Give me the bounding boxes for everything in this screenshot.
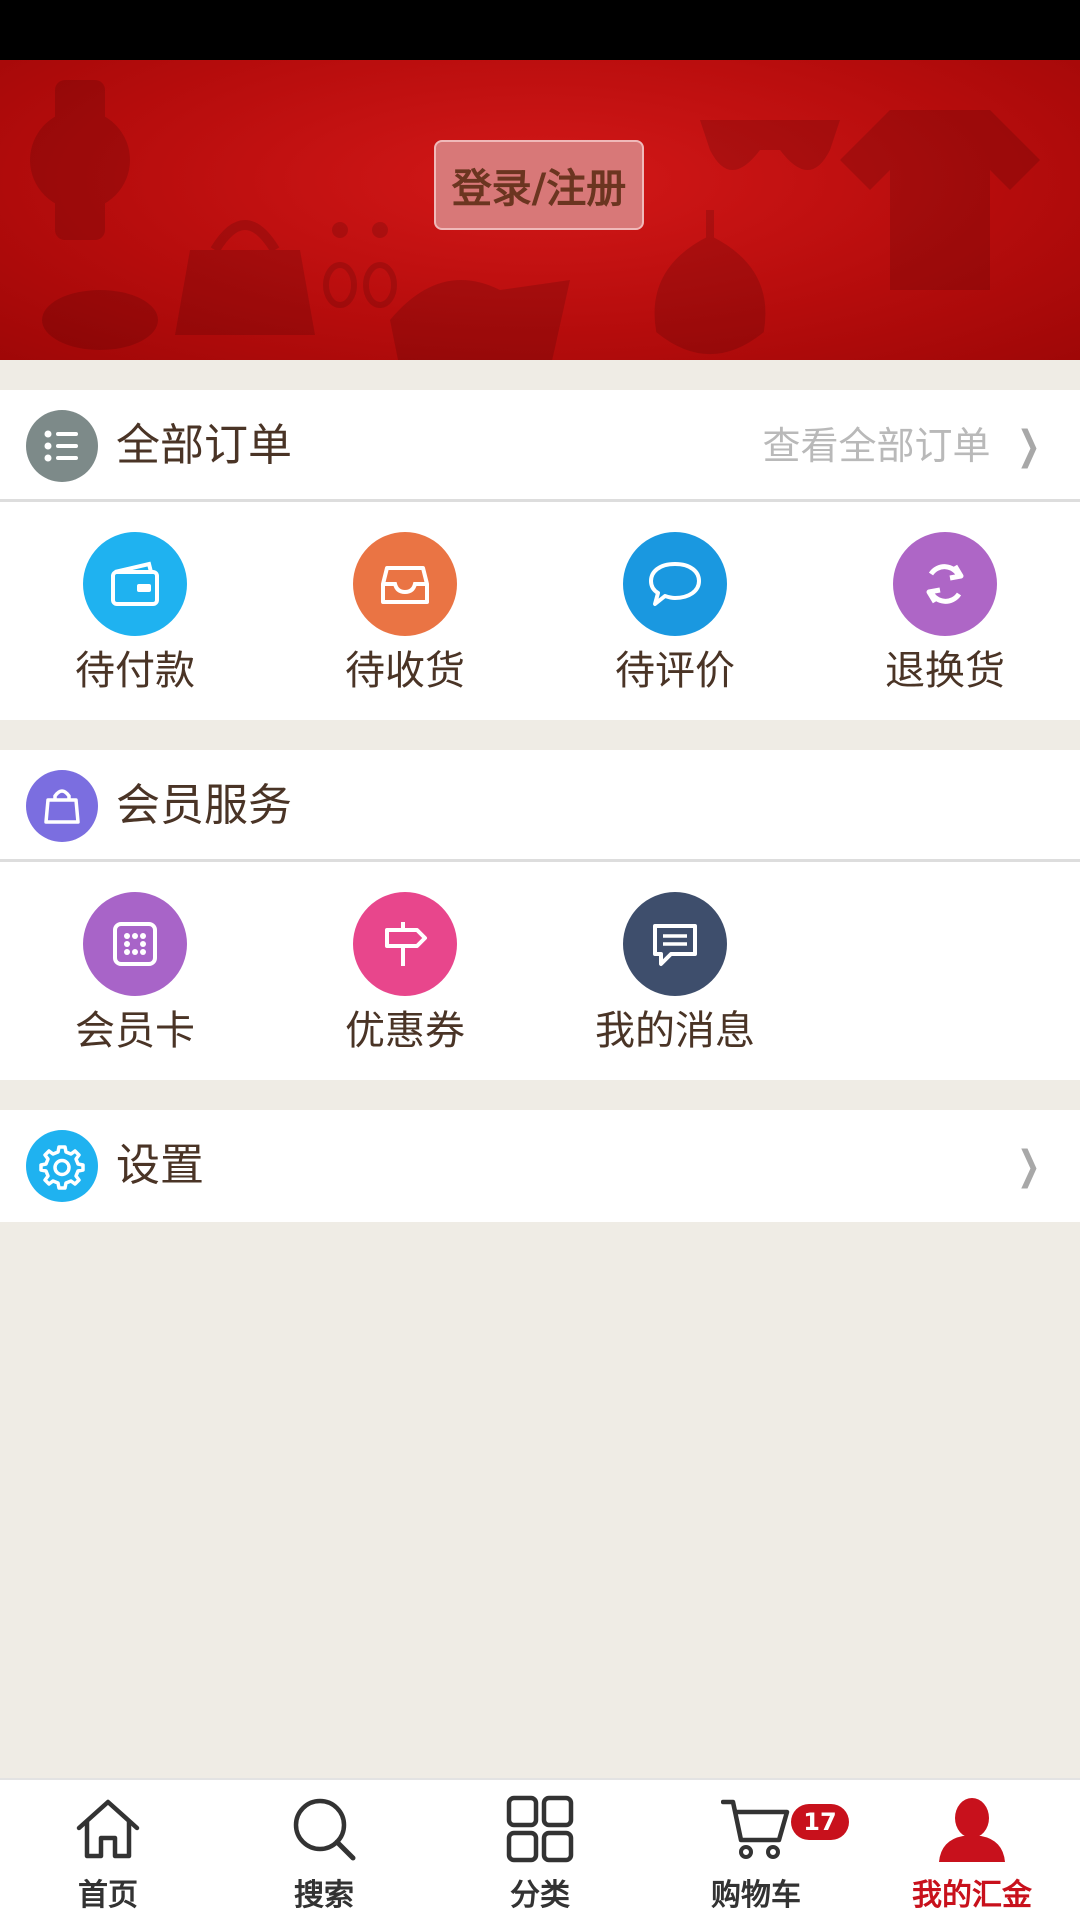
tab-my-account[interactable]: 我的汇金 xyxy=(864,1780,1080,1920)
login-register-button[interactable]: 登录/注册 xyxy=(434,140,644,230)
cart-icon xyxy=(721,1799,790,1859)
profile-banner: 登录/注册 xyxy=(0,60,1080,360)
orders-section: 全部订单 查看全部订单 ❯ 待付款 待收货 待评价 退换货 xyxy=(0,390,1080,720)
glove-decoration-icon xyxy=(390,280,570,360)
tab-cart-label: 购物车 xyxy=(711,1878,801,1913)
tab-search-label: 搜索 xyxy=(294,1878,354,1913)
member-card-label: 会员卡 xyxy=(75,1008,195,1054)
search-icon xyxy=(293,1798,356,1861)
cart-count-badge: 17 xyxy=(791,1804,849,1840)
order-pending-receipt-label: 待收货 xyxy=(345,648,465,694)
coupon-label: 优惠券 xyxy=(345,1008,465,1054)
member-services-section: 会员服务 会员卡 优惠券 我的消息 xyxy=(0,750,1080,1080)
grid-icon xyxy=(506,1795,574,1863)
home-icon xyxy=(76,1799,140,1859)
user-icon xyxy=(939,1798,1005,1862)
member-card-item[interactable]: 会员卡 xyxy=(0,892,270,1058)
order-pending-review[interactable]: 待评价 xyxy=(540,532,810,698)
order-pending-payment-label: 待付款 xyxy=(75,648,195,694)
view-all-orders-link[interactable]: 查看全部订单 ❯ xyxy=(762,416,1046,476)
watch-decoration-icon xyxy=(30,80,130,240)
chevron-right-icon: ❯ xyxy=(1017,423,1041,469)
hat-decoration-icon xyxy=(42,290,158,350)
signpost-icon xyxy=(353,892,457,996)
my-messages-label: 我的消息 xyxy=(595,1008,755,1054)
order-returns-label: 退换货 xyxy=(885,648,1005,694)
tab-category[interactable]: 分类 xyxy=(432,1780,648,1920)
orders-header[interactable]: 全部订单 查看全部订单 ❯ xyxy=(0,390,1080,502)
view-all-orders-label: 查看全部订单 xyxy=(762,424,991,468)
bottom-tab-bar: 首页 搜索 分类 17 购物车 我的汇金 xyxy=(0,1778,1080,1920)
order-pending-payment[interactable]: 待付款 xyxy=(0,532,270,698)
settings-chevron: ❯ xyxy=(990,1136,1046,1196)
order-pending-receipt[interactable]: 待收货 xyxy=(270,532,540,698)
status-bar xyxy=(0,0,1080,60)
inbox-icon xyxy=(353,532,457,636)
member-services-title: 会员服务 xyxy=(116,780,292,831)
gear-icon xyxy=(26,1130,98,1202)
tshirt-decoration-icon xyxy=(840,110,1040,290)
tab-home-label: 首页 xyxy=(78,1878,138,1913)
shopping-bag-icon xyxy=(26,770,98,842)
settings-title: 设置 xyxy=(116,1140,204,1191)
pear-decoration-icon xyxy=(654,210,766,354)
chevron-right-icon: ❯ xyxy=(1017,1143,1041,1189)
orders-title: 全部订单 xyxy=(116,420,292,471)
settings-row[interactable]: 设置 ❯ xyxy=(0,1110,1080,1222)
sunglasses-decoration-icon xyxy=(700,120,840,170)
member-services-header: 会员服务 xyxy=(0,750,1080,862)
refresh-icon xyxy=(893,532,997,636)
message-icon xyxy=(623,892,727,996)
tab-cart[interactable]: 17 购物车 xyxy=(648,1780,864,1920)
order-pending-review-label: 待评价 xyxy=(615,648,735,694)
list-icon xyxy=(26,410,98,482)
coupon-item[interactable]: 优惠券 xyxy=(270,892,540,1058)
member-card-icon xyxy=(83,892,187,996)
my-messages-item[interactable]: 我的消息 xyxy=(540,892,810,1058)
order-returns[interactable]: 退换货 xyxy=(810,532,1080,698)
tab-category-label: 分类 xyxy=(510,1878,570,1913)
tab-search[interactable]: 搜索 xyxy=(216,1780,432,1920)
bag-decoration-icon xyxy=(175,220,315,335)
wallet-icon xyxy=(83,532,187,636)
chat-bubble-icon xyxy=(623,532,727,636)
tab-home[interactable]: 首页 xyxy=(0,1780,216,1920)
tab-my-account-label: 我的汇金 xyxy=(912,1878,1032,1913)
